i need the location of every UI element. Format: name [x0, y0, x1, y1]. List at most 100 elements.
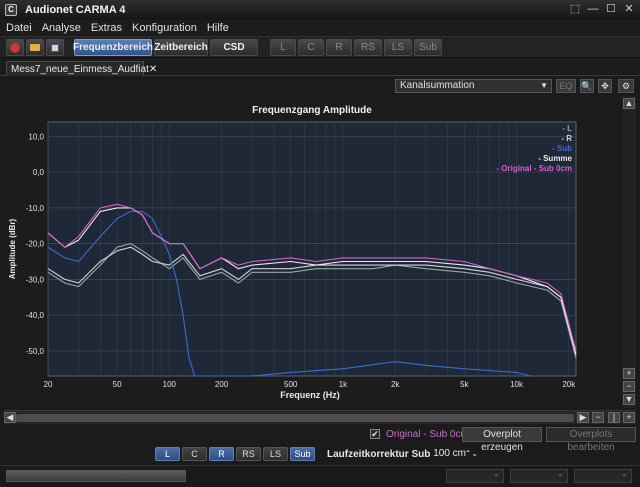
legend-entry: - L [562, 124, 572, 133]
horizontal-scrollbar[interactable]: ◀ ▶ − | + [4, 410, 636, 424]
frequency-response-chart[interactable]: Frequenzgang Amplitude 10,0 0,0 -10,0 -20,0… [4, 96, 619, 408]
x-tick-label: 100 [163, 380, 177, 389]
y-axis-ticks: 10,0 0,0 -10,0 -20,0 -30,0 -40,0 -50,0 [26, 132, 45, 356]
scroll-up-icon[interactable]: ▲ [623, 98, 635, 109]
y-tick-label: -30,0 [26, 275, 45, 284]
menu-extras[interactable]: Extras [91, 22, 122, 34]
scroll-down-icon[interactable]: ▼ [623, 394, 635, 405]
y-tick-label: -40,0 [26, 311, 45, 320]
channel-r-button[interactable]: R [326, 39, 352, 56]
save-button[interactable] [46, 39, 64, 56]
document-tab-label: Mess7_neue_Einmess_Audfiat [11, 63, 149, 75]
plot-frame: Frequenzgang Amplitude 10,0 0,0 -10,0 -20,0… [4, 96, 619, 408]
tab-zeitbereich[interactable]: Zeitbereich [154, 39, 208, 56]
x-tick-label: 20k [562, 380, 576, 389]
x-tick-label: 50 [113, 380, 122, 389]
progress-fill [7, 471, 185, 481]
menu-datei[interactable]: Datei [6, 22, 32, 34]
legend-entry: - Sub [552, 144, 572, 153]
maximize-icon[interactable]: ☐ [604, 3, 618, 16]
scroll-right-icon[interactable]: ▶ [577, 412, 589, 423]
y-tick-label: -50,0 [26, 347, 45, 356]
channel-toggle-sub[interactable]: Sub [290, 447, 315, 461]
x-axis-ticks: 20 50 100 200 500 1k 2k 5k 10k 20k [44, 380, 577, 389]
window-controls: ⬚ — ☐ ✕ [568, 3, 636, 16]
legend-entry: - Original - Sub 0cm [496, 164, 572, 173]
channel-summation-value: Kanalsummation [400, 80, 475, 91]
x-tick-label: 10k [510, 380, 524, 389]
create-overlay-button[interactable]: Overplot erzeugen [462, 427, 542, 453]
zoom-in-horizontal-icon[interactable]: + [623, 412, 635, 423]
close-icon[interactable]: ✕ [622, 3, 636, 16]
channel-l-button[interactable]: L [270, 39, 296, 56]
zoom-out-horizontal-icon[interactable]: − [592, 412, 604, 423]
open-button[interactable] [26, 39, 44, 56]
y-tick-label: 0,0 [33, 168, 45, 177]
title-bar: C Audionet CARMA 4 ⬚ — ☐ ✕ [0, 0, 640, 20]
x-tick-label: 500 [284, 380, 298, 389]
channel-toggle-ls[interactable]: LS [263, 447, 288, 461]
zoom-icon[interactable]: 🔍 [580, 79, 594, 93]
delay-correction-value: 100 cm [433, 448, 466, 459]
status-bar: - - - [0, 465, 640, 487]
save-icon [51, 43, 59, 52]
close-tab-icon[interactable]: ✕ [149, 64, 157, 75]
progress-bar [6, 470, 186, 482]
channel-summation-select[interactable]: Kanalsummation ▼ [395, 79, 552, 93]
channel-toggle-l[interactable]: L [155, 447, 180, 461]
y-tick-label: -20,0 [26, 240, 45, 249]
channel-toggle-rs[interactable]: RS [236, 447, 261, 461]
tab-frequenzbereich[interactable]: Frequenzbereich [73, 39, 153, 56]
status-field-2: - [510, 469, 568, 483]
menu-hilfe[interactable]: Hilfe [207, 22, 229, 34]
y-tick-label: -10,0 [26, 204, 45, 213]
edit-overlays-button[interactable]: Overplots bearbeiten [546, 427, 636, 453]
plot-area[interactable] [47, 121, 577, 377]
x-tick-label: 200 [215, 380, 229, 389]
scroll-left-icon[interactable]: ◀ [4, 412, 16, 423]
overlay-bar: ✔ Original - Sub 0cm Overplot erzeugen O… [0, 426, 640, 453]
view-bar: Kanalsummation ▼ EQ 🔍 ✥ ⚙ [0, 77, 640, 95]
x-tick-label: 2k [391, 380, 400, 389]
fit-horizontal-icon[interactable]: | [608, 412, 620, 423]
scroll-thumb[interactable] [16, 414, 574, 422]
spin-arrows-icon[interactable]: ⌃⌄ [465, 447, 478, 461]
channel-toggle-c[interactable]: C [182, 447, 207, 461]
zoom-out-vertical-icon[interactable]: − [623, 381, 635, 392]
record-icon [11, 43, 19, 52]
delay-correction-spinbox[interactable]: 100 cm ⌃⌄ [410, 447, 480, 461]
window-title: Audionet CARMA 4 [25, 4, 126, 16]
pan-icon[interactable]: ✥ [598, 79, 612, 93]
menu-konfiguration[interactable]: Konfiguration [132, 22, 197, 34]
zoom-in-vertical-icon[interactable]: + [623, 368, 635, 379]
channel-bar: L C R RS LS Sub Laufzeitkorrektur Sub 10… [0, 446, 640, 464]
document-tab-bar: Mess7_neue_Einmess_Audfiat ✕ [0, 60, 640, 76]
overlay-checkbox[interactable]: ✔ [370, 429, 380, 439]
status-field-1: - [446, 469, 504, 483]
x-tick-label: 20 [44, 380, 53, 389]
menu-bar: Datei Analyse Extras Konfiguration Hilfe [0, 20, 640, 35]
restore-icon[interactable]: ⬚ [568, 3, 582, 16]
x-tick-label: 1k [339, 380, 348, 389]
channel-sub-button[interactable]: Sub [414, 39, 442, 56]
tab-csd[interactable]: CSD [210, 39, 258, 56]
menu-analyse[interactable]: Analyse [42, 22, 81, 34]
channel-c-button[interactable]: C [298, 39, 324, 56]
settings-gear-icon[interactable]: ⚙ [618, 79, 634, 93]
legend-entry: - Summe [538, 154, 572, 163]
main-toolbar: Frequenzbereich Zeitbereich CSD L C R RS… [0, 36, 640, 58]
record-button[interactable] [6, 39, 24, 56]
minimize-icon[interactable]: — [586, 3, 600, 16]
channel-rs-button[interactable]: RS [354, 39, 382, 56]
channel-ls-button[interactable]: LS [384, 39, 412, 56]
legend-entry: - R [561, 134, 572, 143]
folder-icon [30, 44, 40, 51]
app-logo-icon: C [5, 4, 17, 16]
document-tab[interactable]: Mess7_neue_Einmess_Audfiat ✕ [6, 61, 157, 76]
y-tick-label: 10,0 [28, 132, 44, 141]
eq-button[interactable]: EQ [556, 79, 576, 93]
x-tick-label: 5k [460, 380, 469, 389]
y-axis-label: Amplitude (dBr) [8, 218, 17, 279]
chart-title: Frequenzgang Amplitude [252, 105, 372, 116]
channel-toggle-r[interactable]: R [209, 447, 234, 461]
